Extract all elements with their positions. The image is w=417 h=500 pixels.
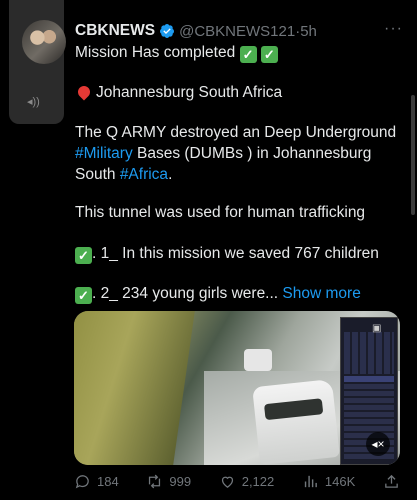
tweet-item-2: ✓. 2_ 234 young girls were... Show more <box>75 283 405 304</box>
verified-badge-icon <box>160 24 175 38</box>
views-button[interactable]: 146K <box>302 473 355 490</box>
mute-icon[interactable]: ◂× <box>366 432 390 456</box>
paragraph-text: . <box>168 166 173 183</box>
check-mark-icon: ✓ <box>75 287 92 304</box>
like-button[interactable]: 2,122 <box>219 473 275 490</box>
tweet-item-1: ✓. 1_ In this mission we saved 767 child… <box>75 243 405 264</box>
mission-text: Mission Has completed <box>75 44 236 61</box>
like-count: 2,122 <box>241 473 275 489</box>
tweet-header: CBKNEWS @CBKNEWS121 · 5h ··· <box>75 20 407 42</box>
check-mark-icon: ✓ <box>75 247 92 264</box>
location-text: Johannesburg South Africa <box>96 84 283 101</box>
avatar[interactable] <box>22 20 66 64</box>
tweet-line-1: Mission Has completed ✓ ✓ <box>75 42 405 63</box>
hashtag-military[interactable]: #Military <box>75 145 133 162</box>
image-icon: ▣ <box>372 323 382 334</box>
hashtag-africa[interactable]: #Africa <box>120 166 168 183</box>
views-count: 146K <box>324 473 356 489</box>
paragraph-text: The Q ARMY destroyed an Deep Underground <box>75 124 397 141</box>
video-scene <box>74 311 195 465</box>
tweet-paragraph-1: The Q ARMY destroyed an Deep Underground… <box>75 122 405 185</box>
reply-count: 184 <box>97 473 119 489</box>
check-mark-icon: ✓ <box>239 46 257 63</box>
show-more-link[interactable]: Show more <box>282 285 360 302</box>
author-name[interactable]: CBKNEWS <box>75 22 155 40</box>
retweet-button[interactable]: 999 <box>146 473 191 490</box>
check-mark-icon: ✓ <box>260 46 278 63</box>
timestamp[interactable]: 5h <box>300 23 317 40</box>
tweet-actions: 184 999 2,122 146K <box>74 470 400 492</box>
author-handle[interactable]: @CBKNEWS121 <box>179 23 295 40</box>
location-line: Johannesburg South Africa <box>75 82 405 103</box>
more-options-icon[interactable]: ··· <box>384 20 403 38</box>
speaker-icon: ◂)) <box>27 96 40 108</box>
tweet-video[interactable]: ▣ ◂× <box>74 311 400 465</box>
video-scene <box>244 349 272 371</box>
video-scene <box>252 379 340 465</box>
retweet-icon <box>149 474 161 488</box>
share-icon <box>385 474 398 488</box>
views-icon <box>304 475 317 487</box>
heart-icon <box>221 476 233 488</box>
location-pin-icon <box>75 83 93 101</box>
scrollbar[interactable] <box>411 95 415 215</box>
reply-icon <box>75 474 89 488</box>
reply-button[interactable]: 184 <box>74 473 119 490</box>
item-text: . 2_ 234 young girls were... <box>92 285 279 302</box>
item-text: . 1_ In this mission we saved 767 childr… <box>92 245 379 262</box>
share-button[interactable] <box>383 473 400 490</box>
retweet-count: 999 <box>169 473 192 489</box>
tweet-paragraph-2: This tunnel was used for human trafficki… <box>75 204 366 221</box>
